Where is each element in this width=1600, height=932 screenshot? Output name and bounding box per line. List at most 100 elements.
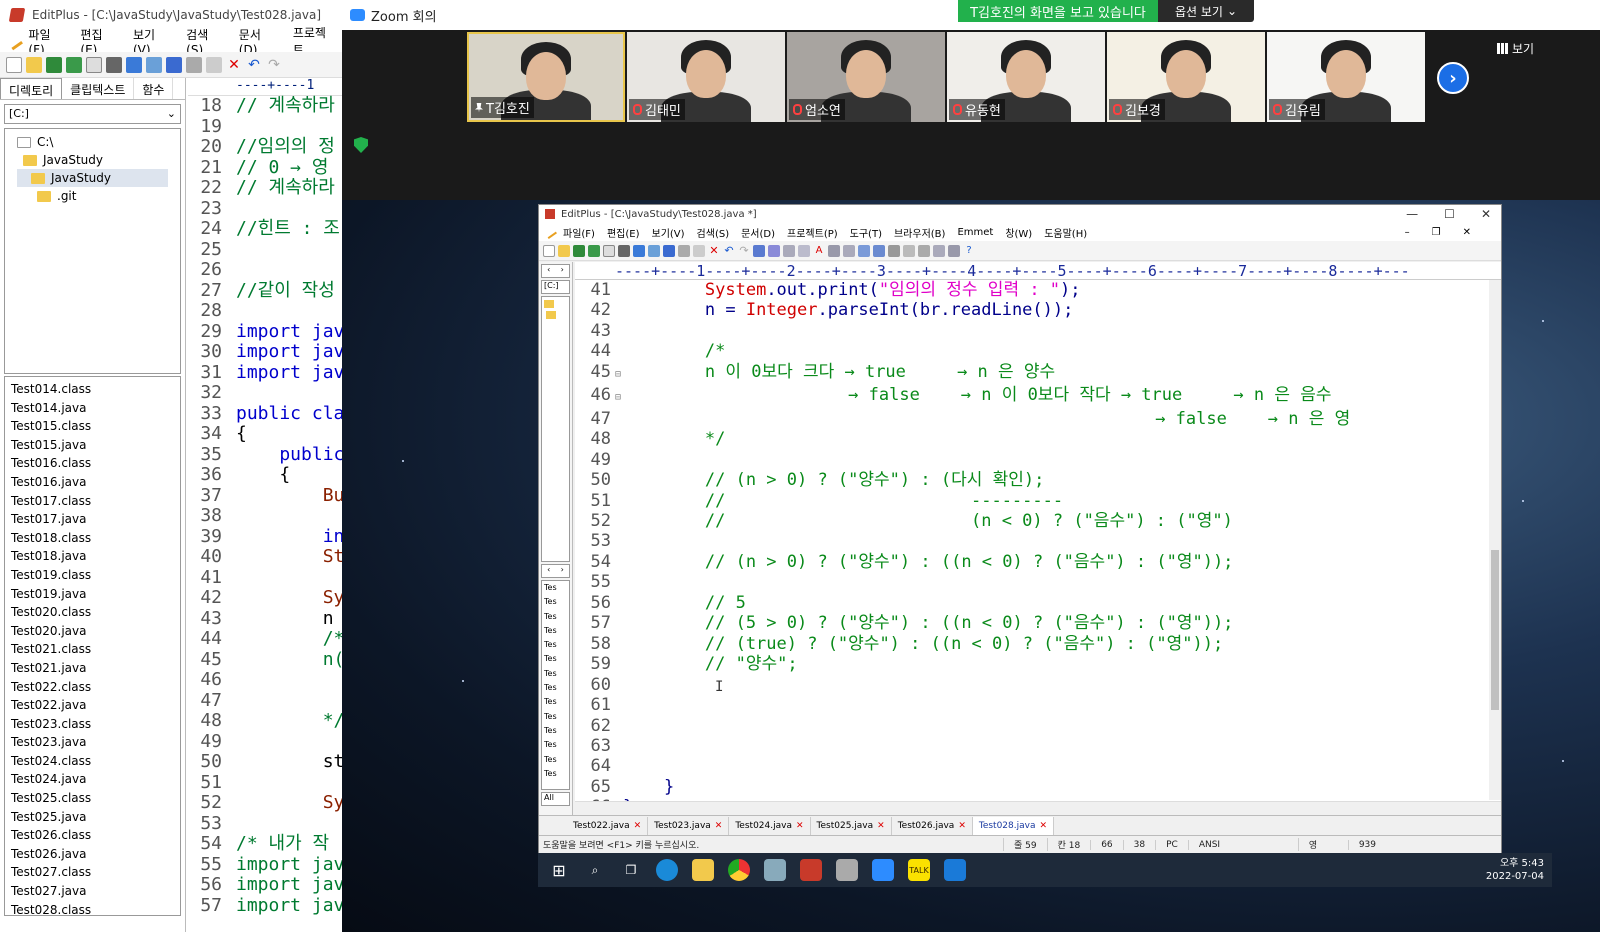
ep-file-list-item[interactable]: Tes (544, 753, 569, 767)
paint-icon[interactable] (836, 859, 858, 881)
horizontal-scrollbar[interactable] (575, 801, 1501, 815)
spellcheck-icon[interactable] (126, 56, 142, 73)
file-list-item[interactable]: Test028.class (11, 901, 174, 915)
file-list-item[interactable]: Test018.java (11, 547, 174, 566)
ep-file-list-item[interactable]: Tes (544, 624, 569, 638)
copy-icon[interactable] (186, 56, 202, 73)
file-list-item[interactable]: Test014.class (11, 380, 174, 399)
file-list-item[interactable]: Test023.class (11, 715, 174, 734)
close-icon[interactable]: ✕ (1481, 207, 1491, 221)
redo-icon[interactable]: ↷ (738, 244, 750, 257)
ep-menu-item[interactable]: 프로젝트(P) (787, 225, 838, 240)
file-list-item[interactable]: Test019.class (11, 566, 174, 585)
scroll-thumb[interactable] (1491, 550, 1499, 710)
window-icon[interactable] (903, 244, 915, 257)
windows-start-icon[interactable]: ⊞ (548, 859, 570, 881)
tree-item-javastudy-selected[interactable]: JavaStudy (17, 169, 168, 187)
chevron-right-icon[interactable]: › (561, 565, 564, 577)
fold-marker[interactable]: ⊟ (615, 365, 623, 385)
font-icon[interactable]: A (813, 245, 825, 257)
bg-code-area[interactable]: 18// 계속하라 19 20//임의의 정 21// 0 → 영 22// 계속하라 2… (188, 95, 350, 916)
gallery-view-button[interactable]: 보기 (1497, 40, 1534, 57)
ep-code-area[interactable]: 41 System.out.print("임의의 정수 입력 : "); 42 n… (575, 280, 1501, 818)
ep-file-list-item[interactable]: Tes (544, 638, 569, 652)
view-options-button[interactable]: 옵션 보기 ⌄ (1158, 0, 1254, 22)
gallery-next-button[interactable]: › (1437, 62, 1469, 94)
file-tab[interactable]: Test024.java ✕ (729, 816, 811, 835)
mdi-close-icon[interactable]: ✕ (1463, 227, 1471, 238)
bg-code-editor[interactable]: ----+----1 18 // 계속하라 19 20 //임의의 정 21 // 0 → … (188, 78, 350, 932)
participant-tile[interactable]: 유동현 (947, 32, 1105, 122)
file-list-item[interactable]: Test026.class (11, 826, 174, 845)
ep-code-editor[interactable]: ----+----1----+----2----+----3----+----4… (575, 262, 1501, 818)
taskbar-clock[interactable]: 오후 5:43 2022-07-04 (1486, 857, 1552, 883)
file-list-item[interactable]: Test020.java (11, 622, 174, 641)
delete-icon[interactable]: ✕ (708, 244, 720, 257)
chevron-left-icon[interactable]: ‹ (547, 565, 550, 577)
file-list-item[interactable]: Test021.java (11, 659, 174, 678)
file-list-item[interactable]: Test022.java (11, 696, 174, 715)
maximize-icon[interactable]: ☐ (1444, 207, 1455, 221)
file-tab[interactable]: Test025.java ✕ (811, 816, 892, 835)
cascade-icon[interactable] (933, 244, 945, 257)
file-tab[interactable]: Test028.java ✕ (972, 816, 1055, 835)
chevron-right-icon[interactable]: › (561, 265, 564, 277)
line-number-icon[interactable] (858, 244, 870, 257)
file-list-item[interactable]: Test027.class (11, 863, 174, 882)
redo-icon[interactable]: ↷ (266, 57, 282, 73)
cut-icon[interactable] (166, 56, 182, 73)
file-list-item[interactable]: Test024.class (11, 752, 174, 771)
participant-tile[interactable]: 김태민 (627, 32, 785, 122)
ep-file-list-item[interactable]: Tes (544, 667, 569, 681)
ep-file-list-item[interactable]: Tes (544, 581, 569, 595)
spellcheck-icon[interactable] (633, 244, 645, 257)
hex-icon[interactable] (828, 244, 840, 257)
output-icon[interactable] (948, 244, 960, 257)
participant-tile[interactable]: 김유림 (1267, 32, 1425, 122)
file-list-item[interactable]: Test022.class (11, 678, 174, 697)
chrome-icon[interactable] (728, 859, 750, 881)
tree-item-root[interactable]: C:\ (17, 133, 168, 151)
help-icon[interactable]: ? (963, 245, 975, 257)
copy-icon[interactable] (678, 244, 690, 257)
ep-menu-item[interactable]: 브라우저(B) (894, 225, 945, 240)
participant-tile[interactable]: 엄소연 (787, 32, 945, 122)
file-list-item[interactable]: Test026.java (11, 845, 174, 864)
task-view-icon[interactable]: ❐ (620, 859, 642, 881)
save-all-icon[interactable] (588, 244, 600, 257)
ep-menu-item[interactable]: 창(W) (1005, 225, 1032, 240)
file-tab[interactable]: Test023.java ✕ (648, 816, 730, 835)
close-tab-icon[interactable]: ✕ (796, 821, 804, 831)
app-icon[interactable] (764, 859, 786, 881)
file-tab[interactable]: Test026.java ✕ (892, 816, 973, 835)
replace-icon[interactable] (768, 244, 780, 257)
ep-menu-item[interactable]: 도움말(H) (1044, 225, 1087, 240)
panel-nav[interactable]: ‹ › (541, 264, 570, 278)
print-icon[interactable] (618, 244, 630, 257)
ep-file-list-item[interactable]: Tes (544, 610, 569, 624)
file-list-item[interactable]: Test019.java (11, 585, 174, 604)
paste-icon[interactable] (693, 244, 705, 257)
ep-menu-item[interactable]: 문서(D) (741, 225, 775, 240)
close-tab-icon[interactable]: ✕ (877, 821, 885, 831)
ep-file-list-item[interactable]: Tes (544, 695, 569, 709)
file-list-item[interactable]: Test023.java (11, 733, 174, 752)
kakaotalk-icon[interactable]: TALK (908, 859, 930, 881)
ep-file-list-item[interactable]: Tes (544, 681, 569, 695)
open-folder-icon[interactable] (26, 56, 42, 73)
zoom-taskbar-icon[interactable] (872, 859, 894, 881)
editplus-taskbar-icon[interactable] (800, 859, 822, 881)
close-tab-icon[interactable]: ✕ (958, 821, 966, 831)
file-list-item[interactable]: Test016.class (11, 454, 174, 473)
ep-menu-item[interactable]: 검색(S) (697, 225, 730, 240)
file-list-item[interactable]: Test025.java (11, 808, 174, 827)
mdi-restore-icon[interactable]: ❐ (1432, 227, 1441, 238)
tile-icon[interactable] (918, 244, 930, 257)
save-icon[interactable] (573, 244, 585, 257)
mdi-minimize-icon[interactable]: – (1405, 227, 1410, 238)
new-file-icon[interactable] (543, 244, 555, 257)
security-shield-icon[interactable] (354, 137, 368, 153)
cut-icon[interactable] (663, 244, 675, 257)
ep-file-list-item[interactable]: Tes (544, 710, 569, 724)
undo-icon[interactable]: ↶ (246, 57, 262, 73)
